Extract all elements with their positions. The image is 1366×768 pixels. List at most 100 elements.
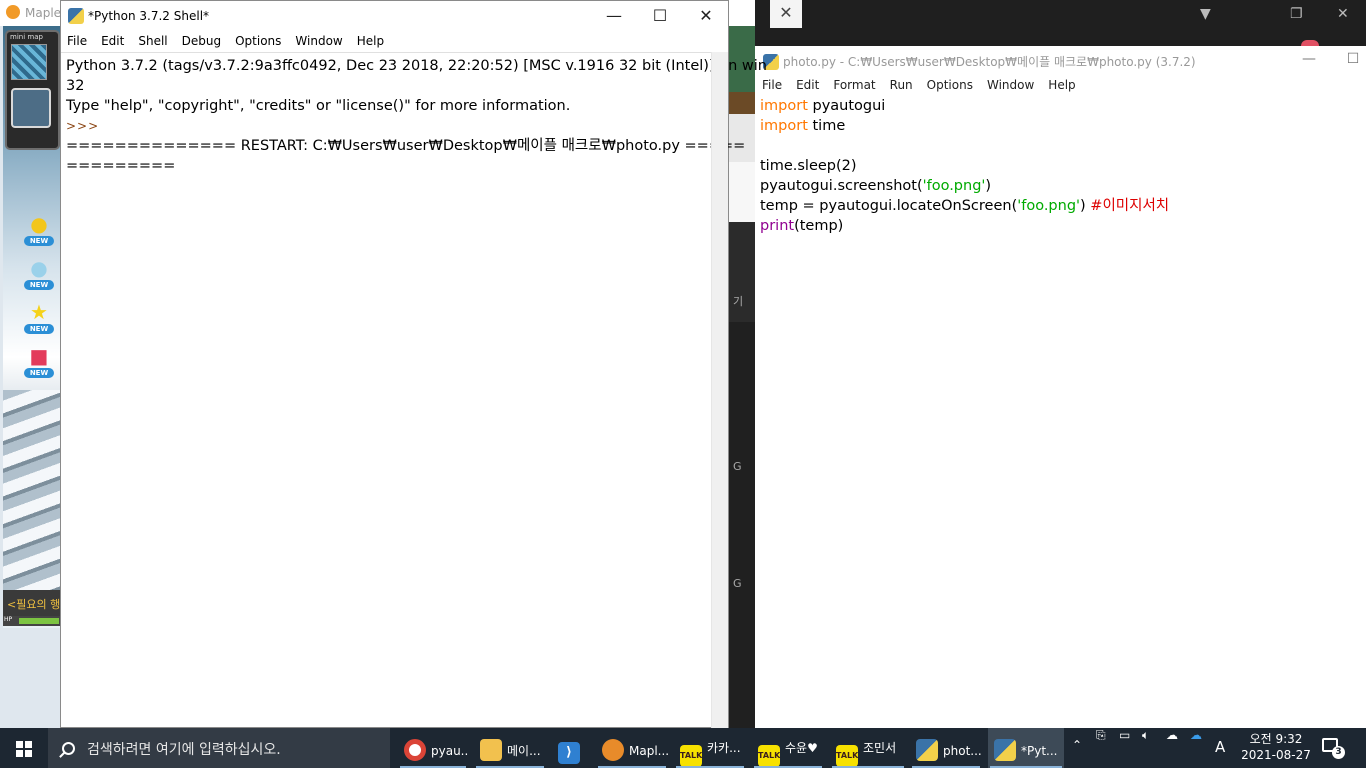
start-button[interactable]: [0, 728, 48, 768]
maximize-icon[interactable]: ☐: [645, 5, 675, 29]
code-text: time: [807, 118, 846, 134]
shell-scrollbar[interactable]: [711, 52, 728, 728]
game-hp-bar: HP: [3, 616, 62, 626]
notification-count: 3: [1332, 746, 1345, 759]
shell-prompt: >>>: [66, 119, 100, 133]
background-panel-2: [729, 162, 755, 222]
shell-output-line: Type "help", "copyright", "credits" or "…: [66, 98, 571, 114]
comment-token: #이미지서치: [1090, 198, 1170, 214]
gift-event-icon[interactable]: ■ NEW: [24, 344, 54, 386]
menu-options[interactable]: Options: [235, 34, 281, 48]
maplestory-icon: [6, 5, 20, 19]
character-portrait: [11, 88, 51, 128]
menu-format[interactable]: Format: [833, 78, 875, 92]
code-text: temp = pyautogui.locateOnScreen(: [760, 198, 1018, 214]
menu-help[interactable]: Help: [1048, 78, 1075, 92]
chevron-down-icon[interactable]: ▼: [1200, 6, 1211, 22]
menu-file[interactable]: File: [67, 34, 87, 48]
chrome-icon: [404, 739, 426, 761]
restore-icon[interactable]: ❐: [1290, 6, 1303, 22]
code-text: (temp): [794, 218, 844, 234]
menu-window[interactable]: Window: [987, 78, 1034, 92]
menu-window[interactable]: Window: [295, 34, 342, 48]
maximize-icon[interactable]: ☐: [1342, 51, 1364, 67]
idle-editor-window: photo.py - C:₩Users₩user₩Desktop₩메이플 매크로…: [755, 46, 1366, 728]
background-game-window: Maple mini map ● NEW ● NEW ★ NEW ■ NEW <…: [0, 0, 62, 728]
keyword-token: import: [760, 98, 808, 114]
menu-edit[interactable]: Edit: [101, 34, 124, 48]
minimize-icon[interactable]: —: [599, 5, 629, 29]
close-icon[interactable]: ✕: [691, 5, 721, 29]
code-editor-area[interactable]: import pyautoguiimport time​time.sleep(2…: [755, 96, 1366, 236]
menu-edit[interactable]: Edit: [796, 78, 819, 92]
background-dark-window: ▼ ❐ ✕: [755, 0, 1366, 46]
kakaotalk-icon: TALK: [836, 745, 858, 767]
vscode-icon: ⟩: [558, 742, 580, 764]
taskbar-app-idle-editor[interactable]: phot...: [910, 728, 982, 768]
menu-help[interactable]: Help: [357, 34, 384, 48]
editor-title: photo.py - C:₩Users₩user₩Desktop₩메이플 매크로…: [783, 55, 1196, 69]
code-line: import time: [760, 116, 1366, 136]
python-idle-icon: [68, 8, 84, 24]
editor-titlebar[interactable]: photo.py - C:₩Users₩user₩Desktop₩메이플 매크로…: [755, 46, 1366, 74]
code-line: temp = pyautogui.locateOnScreen('foo.png…: [760, 196, 1366, 216]
taskbar-search-box[interactable]: 검색하려면 여기에 입력하십시오.: [48, 728, 390, 768]
game-snow-terrain: [3, 390, 62, 590]
taskbar-app-idle-shell[interactable]: *Pyt...: [988, 728, 1064, 768]
python-idle-icon: [916, 739, 938, 761]
menu-debug[interactable]: Debug: [182, 34, 221, 48]
windows-logo-icon: [16, 741, 32, 757]
minimize-icon[interactable]: —: [1298, 51, 1320, 67]
code-line: pyautogui.screenshot('foo.png'): [760, 176, 1366, 196]
taskbar-app-label: 조민서: [863, 741, 897, 755]
new-badge: NEW: [24, 236, 54, 246]
shell-output-line: 32: [66, 78, 85, 94]
game-minimap: mini map: [5, 30, 60, 150]
game-window-titlebar[interactable]: Maple: [0, 0, 62, 26]
taskbar-clock[interactable]: 오전 9:32 2021-08-27: [1238, 731, 1314, 763]
menu-options[interactable]: Options: [927, 78, 973, 92]
menu-file[interactable]: File: [762, 78, 782, 92]
clock-time: 오전 9:32: [1249, 732, 1303, 746]
shell-output-area[interactable]: Python 3.7.2 (tags/v3.7.2:9a3ffc0492, De…: [61, 52, 767, 728]
search-icon: [62, 742, 75, 755]
taskbar-app-kakaotalk-chat-1[interactable]: TALK 수윤♥: [752, 728, 824, 768]
background-window-close-button[interactable]: ✕: [770, 0, 802, 28]
star-event-icon[interactable]: ★ NEW: [24, 300, 54, 342]
lightbulb-event-icon[interactable]: ● NEW: [24, 212, 54, 254]
taskbar-app-label: phot...: [943, 744, 982, 758]
notification-center-button[interactable]: 3: [1322, 738, 1345, 759]
hp-bar-fill: [19, 618, 59, 624]
clock-date: 2021-08-27: [1241, 748, 1311, 762]
shell-restart-line: ============== RESTART: C:₩Users₩user₩De…: [66, 138, 746, 154]
taskbar-app-maplestory[interactable]: Mapl...: [596, 728, 668, 768]
taskbar-app-kakaotalk[interactable]: TALK 카카...: [674, 728, 746, 768]
code-line: import pyautogui: [760, 96, 1366, 116]
taskbar-app-label: 카카...: [707, 741, 741, 755]
code-text: pyautogui.screenshot(: [760, 178, 923, 194]
builtin-token: print: [760, 218, 795, 234]
shell-titlebar[interactable]: *Python 3.7.2 Shell* — ☐ ✕: [61, 1, 728, 31]
taskbar: 검색하려면 여기에 입력하십시오. pyau... 메이... ⟩ Mapl..…: [0, 728, 1366, 768]
taskbar-app-chrome[interactable]: pyau...: [398, 728, 468, 768]
code-line: ​: [760, 136, 1366, 156]
maplestory-icon: [602, 739, 624, 761]
taskbar-app-explorer[interactable]: 메이...: [474, 728, 546, 768]
taskbar-app-kakaotalk-chat-2[interactable]: TALK 조민서: [830, 728, 906, 768]
shell-menubar: File Edit Shell Debug Options Window Help: [61, 31, 728, 52]
close-icon[interactable]: ✕: [1337, 6, 1349, 22]
new-badge: NEW: [24, 280, 54, 290]
code-text: ): [985, 178, 992, 194]
game-chat-bar[interactable]: <필요의 행: [3, 590, 62, 616]
new-badge: NEW: [24, 368, 54, 378]
string-token: 'foo.png': [1017, 198, 1081, 214]
background-text-2: G: [733, 460, 742, 473]
minimap-label: mini map: [10, 33, 43, 41]
lightbulb-event-icon-2[interactable]: ● NEW: [24, 256, 54, 298]
new-badge: NEW: [24, 324, 54, 334]
menu-shell[interactable]: Shell: [138, 34, 167, 48]
code-text: ): [1080, 198, 1091, 214]
code-text: pyautogui: [807, 98, 886, 114]
taskbar-app-vscode[interactable]: ⟩: [552, 728, 592, 768]
menu-run[interactable]: Run: [890, 78, 913, 92]
